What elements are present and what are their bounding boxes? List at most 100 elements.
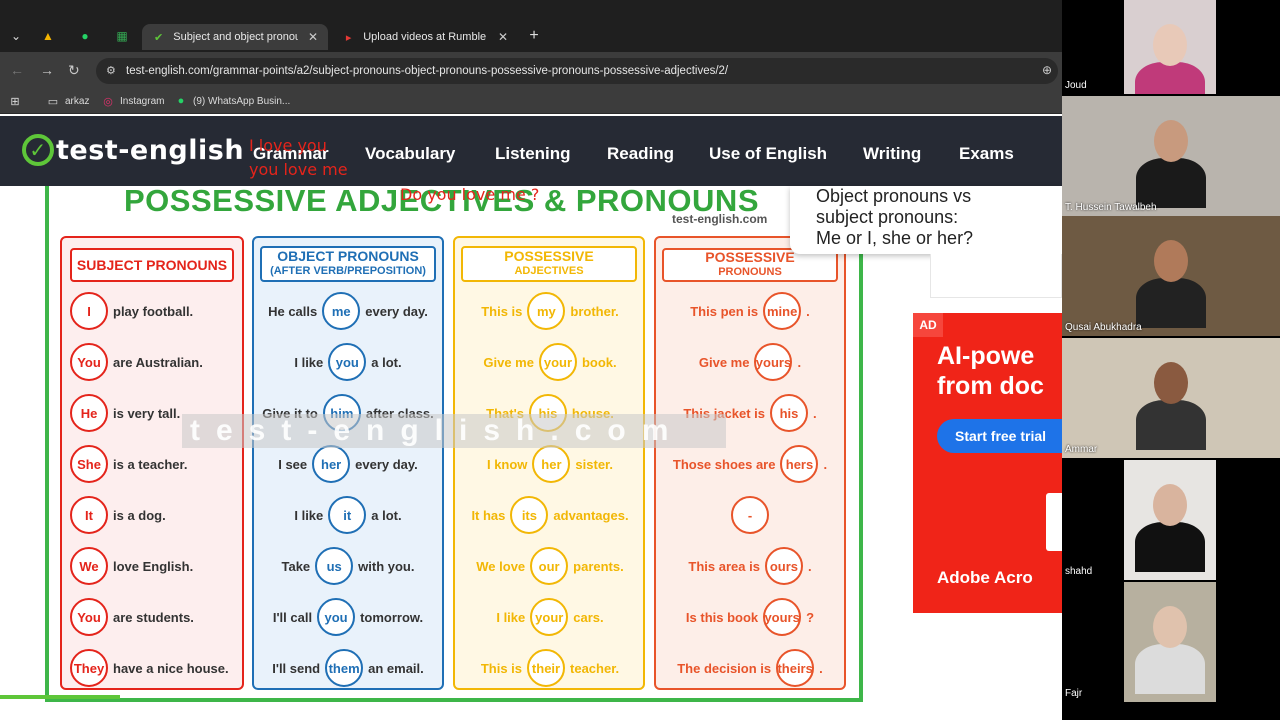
example-sentence: I like it a lot. [258, 496, 438, 534]
sentence-after: . [797, 354, 802, 370]
example-sentence: Take us with you. [258, 547, 438, 585]
participant-tile[interactable]: shahd [1062, 460, 1280, 580]
address-bar[interactable]: ⚙ test-english.com/grammar-points/a2/sub… [96, 58, 1058, 84]
pronoun-circle: our [530, 547, 569, 585]
sentence-before: Give me [483, 354, 534, 370]
annotation-text: Do you love me ? [400, 185, 540, 204]
example-sentence: It is a dog. [70, 496, 238, 534]
participant-tile[interactable]: Ammar [1062, 338, 1280, 458]
tab-label: Upload videos at Rumble [363, 31, 487, 43]
close-icon[interactable]: ✕ [498, 30, 508, 44]
participant-video [1124, 582, 1216, 702]
sheets-icon[interactable]: ▦ [114, 28, 130, 44]
pronoun-circle: We [70, 547, 108, 585]
whatsapp-icon[interactable]: ● [77, 28, 93, 44]
heading-line: POSSESSIVE [705, 249, 795, 265]
participant-tile[interactable]: Fajr [1062, 582, 1280, 702]
drive-icon[interactable]: ▲ [40, 28, 56, 44]
menu-writing[interactable]: Writing [863, 144, 921, 164]
sentence-before: This is [481, 303, 523, 319]
site-logo[interactable]: ✓ test-english [22, 134, 244, 166]
heading-line: SUBJECT PRONOUNS [76, 256, 228, 273]
pronoun-circle: her [312, 445, 351, 483]
start-free-trial-button[interactable]: Start free trial [937, 419, 1062, 453]
participant-name: T. Hussein Tawalbeh [1065, 202, 1157, 213]
sentence-after: sister. [575, 456, 614, 472]
menu-exams[interactable]: Exams [959, 144, 1014, 164]
pronoun-circle: my [527, 292, 566, 330]
video-progress-bar[interactable] [0, 695, 120, 699]
column-possessive-pronouns: POSSESSIVE PRONOUNS This pen is mine. Give m… [654, 236, 846, 690]
heading-line: OBJECT PRONOUNS [277, 248, 419, 264]
close-icon[interactable]: ✕ [308, 30, 318, 44]
menu-use-of-english[interactable]: Use of English [709, 144, 827, 164]
participant-video [1062, 96, 1280, 216]
apps-icon[interactable]: ⊞ [8, 94, 27, 108]
example-sentence: I'll call you tomorrow. [258, 598, 438, 636]
tab-active[interactable]: ✔ Subject and object pronouns, p ✕ [142, 24, 328, 50]
bookmark-arkaz[interactable]: ▭ arkaz [46, 94, 90, 108]
participant-tile[interactable]: Qusai Abukhadra [1062, 216, 1280, 336]
participant-tile[interactable]: Joud [1062, 0, 1280, 94]
sentence-after: . [819, 660, 823, 676]
watermark: test-english.com [182, 414, 726, 448]
example-sentence: You are students. [70, 598, 238, 636]
whatsapp-icon: ● [177, 95, 185, 107]
participant-face [1154, 240, 1188, 282]
reload-icon[interactable]: ↻ [68, 62, 80, 79]
ad-label: AD [913, 313, 943, 337]
participant-tile[interactable]: T. Hussein Tawalbeh [1062, 96, 1280, 216]
pronoun-circle: yours [763, 598, 802, 636]
pronoun-circle: She [70, 445, 108, 483]
menu-vocabulary[interactable]: Vocabulary [365, 144, 455, 164]
pronoun-circle: its [510, 496, 549, 534]
folder-icon: ▭ [47, 95, 59, 108]
example-sentence: He calls me every day. [258, 292, 438, 330]
example-sentence: Iplay football. [70, 292, 238, 330]
bookmark-instagram[interactable]: ◎ Instagram [101, 94, 164, 108]
participant-name: Qusai Abukhadra [1065, 322, 1142, 333]
participant-face [1154, 362, 1188, 404]
column-subject-pronouns: SUBJECT PRONOUNS Iplay football. You are Au… [60, 236, 244, 690]
menu-reading[interactable]: Reading [607, 144, 674, 164]
menu-listening[interactable]: Listening [495, 144, 571, 164]
sentence-before: This pen is [690, 303, 759, 319]
participant-name: Fajr [1065, 688, 1083, 699]
sentence-after: is a teacher. [113, 456, 188, 472]
new-tab-button[interactable]: + [526, 27, 542, 44]
zoom-icon[interactable]: ⊕ [1042, 63, 1052, 77]
example-sentence: This is my brother. [461, 292, 639, 330]
pronoun-circle: her [532, 445, 571, 483]
sentence-after: . [813, 405, 817, 421]
pronoun-circle: their [527, 649, 566, 687]
sentence-after: cars. [573, 609, 604, 625]
forward-icon[interactable]: → [40, 62, 54, 78]
url-text: test-english.com/grammar-points/a2/subje… [126, 65, 729, 77]
pronoun-circle: yours [754, 343, 793, 381]
example-sentence: This area is ours. [660, 547, 840, 585]
sentence-before: I see [278, 456, 308, 472]
test-english-favicon-icon: ✔ [154, 31, 164, 44]
site-info-icon[interactable]: ⚙ [106, 64, 116, 77]
example-sentence: This pen is mine. [660, 292, 840, 330]
sentence-before: I know [486, 456, 528, 472]
participant-body [1135, 522, 1205, 572]
back-icon[interactable]: ← [10, 62, 24, 78]
participant-video [1062, 216, 1280, 336]
sentence-before: I'll send [272, 660, 321, 676]
pronoun-circle: us [315, 547, 354, 585]
column-heading: POSSESSIVE ADJECTIVES [461, 246, 637, 282]
ad-headline: AI-powe from doc [937, 342, 1044, 400]
title-popup: Object pronouns vs subject pronouns: Me … [790, 186, 1062, 254]
sentence-after: a lot. [371, 507, 402, 523]
sentence-after: . [823, 456, 828, 472]
bookmark-whatsapp[interactable]: ● (9) WhatsApp Busin... [174, 94, 291, 108]
example-sentence: This is their teacher. [461, 649, 639, 687]
browser-window: ⌄ ▲ ● ▦ ✔ Subject and object pronouns, p… [0, 0, 1062, 720]
pronoun-circle: his [770, 394, 809, 432]
rumble-favicon-icon: ▸ [345, 31, 352, 44]
example-sentence: They have a nice house. [70, 649, 238, 687]
tab-rumble[interactable]: ▸ Upload videos at Rumble ✕ [332, 24, 518, 50]
tab-search-icon[interactable]: ⌄ [8, 28, 24, 44]
advertisement[interactable]: AD AI-powe from doc Start free trial Ado… [913, 313, 1062, 613]
